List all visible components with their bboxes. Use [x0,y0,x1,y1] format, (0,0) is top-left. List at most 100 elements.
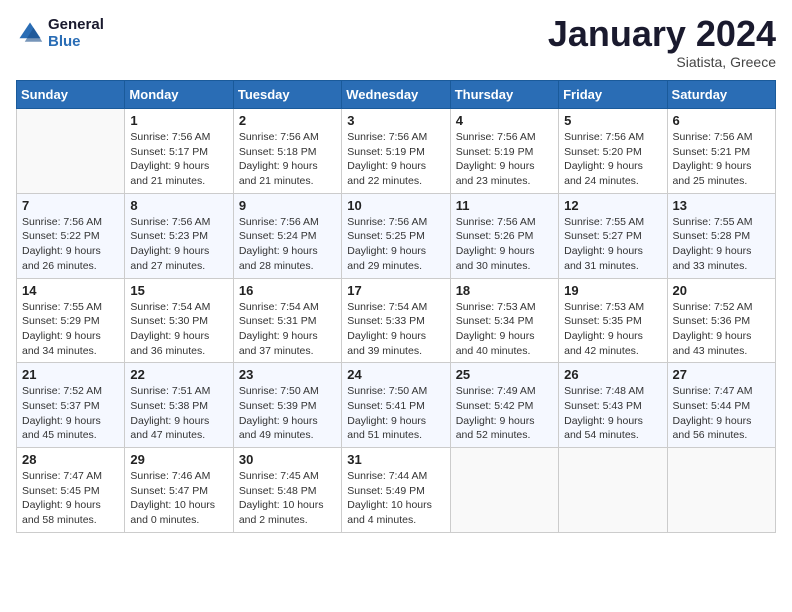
sunset-time: Sunset: 5:17 PM [130,146,208,158]
sunset-time: Sunset: 5:36 PM [673,315,751,327]
daylight-hours: Daylight: 9 hours and 27 minutes. [130,245,209,272]
sunrise-time: Sunrise: 7:50 AM [239,385,319,397]
day-info: Sunrise: 7:51 AMSunset: 5:38 PMDaylight:… [130,384,227,443]
calendar-day [559,448,667,533]
calendar-day: 17Sunrise: 7:54 AMSunset: 5:33 PMDayligh… [342,278,450,363]
sunrise-time: Sunrise: 7:52 AM [22,385,102,397]
daylight-hours: Daylight: 9 hours and 25 minutes. [673,160,752,187]
daylight-hours: Daylight: 9 hours and 54 minutes. [564,415,643,442]
calendar-day: 5Sunrise: 7:56 AMSunset: 5:20 PMDaylight… [559,109,667,194]
page-header: General Blue January 2024 Siatista, Gree… [16,16,776,70]
calendar-day: 20Sunrise: 7:52 AMSunset: 5:36 PMDayligh… [667,278,775,363]
day-number: 11 [456,198,553,213]
day-info: Sunrise: 7:46 AMSunset: 5:47 PMDaylight:… [130,469,227,528]
sunrise-time: Sunrise: 7:50 AM [347,385,427,397]
day-number: 2 [239,113,336,128]
daylight-hours: Daylight: 10 hours and 0 minutes. [130,499,215,526]
day-info: Sunrise: 7:55 AMSunset: 5:28 PMDaylight:… [673,215,770,274]
sunrise-time: Sunrise: 7:44 AM [347,470,427,482]
day-info: Sunrise: 7:56 AMSunset: 5:19 PMDaylight:… [347,130,444,189]
header-sunday: Sunday [17,81,125,109]
sunset-time: Sunset: 5:38 PM [130,400,208,412]
sunset-time: Sunset: 5:29 PM [22,315,100,327]
day-number: 14 [22,283,119,298]
calendar-day: 11 Sunrise: 7:56 AMSunset: 5:26 PMDayligh… [450,193,558,278]
sunset-time: Sunset: 5:21 PM [673,146,751,158]
calendar-week-1: 1 Sunrise: 7:56 AM Sunset: 5:17 PM Daylight… [17,109,776,194]
day-info: Sunrise: 7:53 AMSunset: 5:35 PMDaylight:… [564,300,661,359]
day-number: 9 [239,198,336,213]
daylight-hours: Daylight: 9 hours and 22 minutes. [347,160,426,187]
day-number: 25 [456,367,553,382]
sunset-time: Sunset: 5:27 PM [564,230,642,242]
sunset-time: Sunset: 5:35 PM [564,315,642,327]
day-info: Sunrise: 7:45 AMSunset: 5:48 PMDaylight:… [239,469,336,528]
day-info: Sunrise: 7:56 AMSunset: 5:25 PMDaylight:… [347,215,444,274]
header-tuesday: Tuesday [233,81,341,109]
day-number: 12 [564,198,661,213]
calendar-day: 3Sunrise: 7:56 AMSunset: 5:19 PMDaylight… [342,109,450,194]
header-saturday: Saturday [667,81,775,109]
header-thursday: Thursday [450,81,558,109]
day-number: 26 [564,367,661,382]
calendar-day: 22Sunrise: 7:51 AMSunset: 5:38 PMDayligh… [125,363,233,448]
day-number: 1 [130,113,227,128]
calendar-day: 10 Sunrise: 7:56 AMSunset: 5:25 PMDayligh… [342,193,450,278]
day-info: Sunrise: 7:56 AMSunset: 5:18 PMDaylight:… [239,130,336,189]
day-number: 8 [130,198,227,213]
day-number: 23 [239,367,336,382]
sunrise-time: Sunrise: 7:56 AM [673,131,753,143]
daylight-hours: Daylight: 10 hours and 2 minutes. [239,499,324,526]
day-info: Sunrise: 7:47 AMSunset: 5:45 PMDaylight:… [22,469,119,528]
sunrise-time: Sunrise: 7:48 AM [564,385,644,397]
sunset-time: Sunset: 5:37 PM [22,400,100,412]
day-number: 19 [564,283,661,298]
daylight-hours: Daylight: 9 hours and 33 minutes. [673,245,752,272]
calendar-day: 23Sunrise: 7:50 AMSunset: 5:39 PMDayligh… [233,363,341,448]
calendar-day: 26Sunrise: 7:48 AMSunset: 5:43 PMDayligh… [559,363,667,448]
sunrise-time: Sunrise: 7:53 AM [564,301,644,313]
calendar-day: 24Sunrise: 7:50 AMSunset: 5:41 PMDayligh… [342,363,450,448]
sunset-time: Sunset: 5:23 PM [130,230,208,242]
daylight-hours: Daylight: 9 hours and 49 minutes. [239,415,318,442]
sunset-time: Sunset: 5:28 PM [673,230,751,242]
day-info: Sunrise: 7:56 AMSunset: 5:26 PMDaylight:… [456,215,553,274]
day-number: 10 [347,198,444,213]
day-info: Sunrise: 7:56 AMSunset: 5:22 PMDaylight:… [22,215,119,274]
daylight-hours: Daylight: 9 hours and 47 minutes. [130,415,209,442]
day-info: Sunrise: 7:54 AMSunset: 5:31 PMDaylight:… [239,300,336,359]
day-number: 30 [239,452,336,467]
sunrise-time: Sunrise: 7:45 AM [239,470,319,482]
sunset-time: Sunset: 5:31 PM [239,315,317,327]
sunrise-time: Sunrise: 7:54 AM [130,301,210,313]
sunset-time: Sunset: 5:34 PM [456,315,534,327]
day-info: Sunrise: 7:52 AMSunset: 5:36 PMDaylight:… [673,300,770,359]
daylight-hours: Daylight: 9 hours and 29 minutes. [347,245,426,272]
calendar-day: 31Sunrise: 7:44 AMSunset: 5:49 PMDayligh… [342,448,450,533]
calendar-day: 6Sunrise: 7:56 AMSunset: 5:21 PMDaylight… [667,109,775,194]
sunrise-time: Sunrise: 7:53 AM [456,301,536,313]
day-number: 16 [239,283,336,298]
day-number: 13 [673,198,770,213]
sunset-time: Sunset: 5:33 PM [347,315,425,327]
sunset-time: Sunset: 5:47 PM [130,485,208,497]
header-friday: Friday [559,81,667,109]
calendar-day: 7Sunrise: 7:56 AMSunset: 5:22 PMDaylight… [17,193,125,278]
day-number: 17 [347,283,444,298]
day-info: Sunrise: 7:50 AMSunset: 5:41 PMDaylight:… [347,384,444,443]
location-subtitle: Siatista, Greece [548,54,776,70]
calendar-day: 25Sunrise: 7:49 AMSunset: 5:42 PMDayligh… [450,363,558,448]
daylight-hours: Daylight: 9 hours and 51 minutes. [347,415,426,442]
sunset-time: Sunset: 5:26 PM [456,230,534,242]
calendar-day: 21Sunrise: 7:52 AMSunset: 5:37 PMDayligh… [17,363,125,448]
day-number: 27 [673,367,770,382]
sunrise-time: Sunrise: 7:54 AM [239,301,319,313]
sunrise-time: Sunrise: 7:56 AM [130,131,210,143]
calendar-day: 18Sunrise: 7:53 AMSunset: 5:34 PMDayligh… [450,278,558,363]
sunset-time: Sunset: 5:42 PM [456,400,534,412]
header-monday: Monday [125,81,233,109]
calendar-day: 30 Sunrise: 7:45 AMSunset: 5:48 PMDayligh… [233,448,341,533]
calendar-day: 15Sunrise: 7:54 AMSunset: 5:30 PMDayligh… [125,278,233,363]
day-number: 15 [130,283,227,298]
daylight-hours: Daylight: 9 hours and 26 minutes. [22,245,101,272]
